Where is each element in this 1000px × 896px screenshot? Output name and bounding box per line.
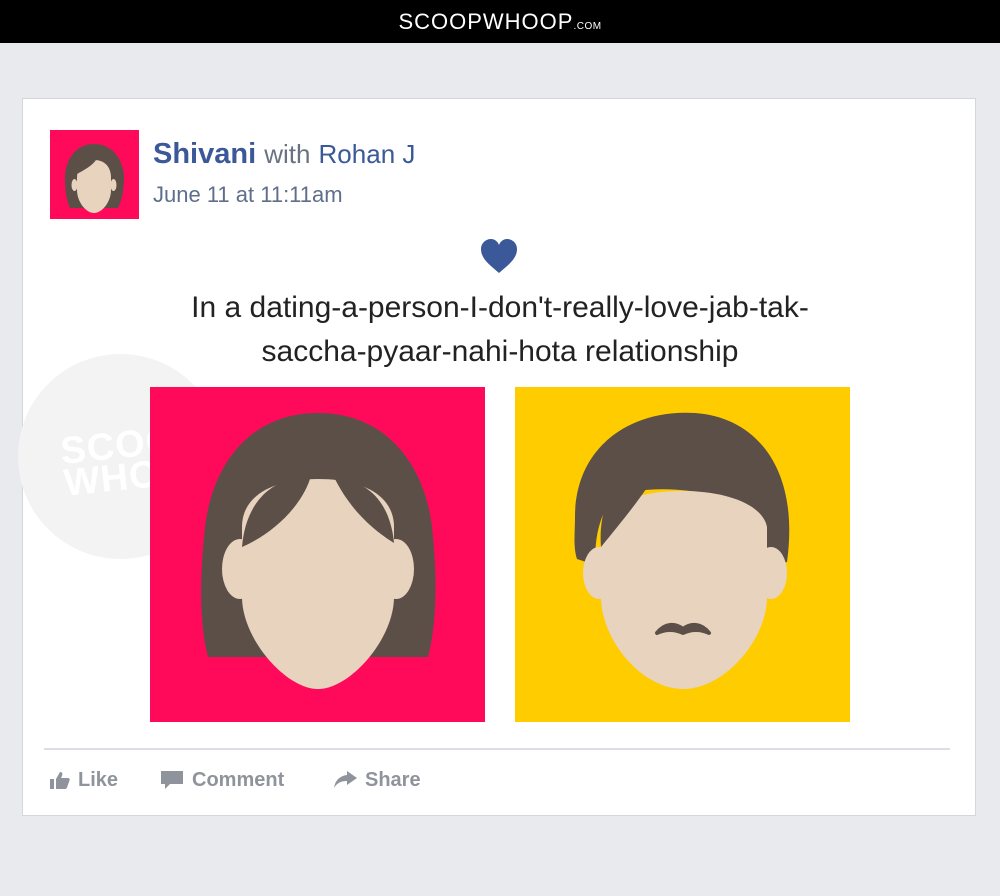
top-bar: SCOOPWHOOP.COM	[0, 0, 1000, 43]
brand-tld: .COM	[573, 20, 602, 32]
like-label: Like	[78, 768, 119, 791]
with-label: with	[264, 139, 311, 169]
caption-line-1: In a dating-a-person-I-don't-really-love…	[191, 291, 809, 324]
actions-divider	[44, 748, 950, 750]
caption-line-2: saccha-pyaar-nahi-hota relationship	[261, 335, 739, 368]
share-arrow-icon	[334, 771, 357, 788]
heart-icon	[480, 238, 518, 276]
photo-rohan[interactable]	[515, 387, 850, 722]
share-button[interactable]: Share	[333, 766, 421, 794]
share-label: Share	[365, 768, 421, 791]
photo-shivani[interactable]	[150, 387, 485, 722]
comment-icon	[161, 771, 183, 789]
comment-label: Comment	[192, 768, 285, 791]
comment-button[interactable]: Comment	[160, 766, 284, 794]
post-header: Shivani with Rohan J	[153, 138, 415, 171]
brand-name: SCOOPWHOOP	[398, 8, 574, 34]
like-button[interactable]: Like	[50, 766, 118, 794]
tagged-friend[interactable]: Rohan J	[319, 139, 416, 169]
author-avatar[interactable]	[50, 130, 139, 219]
post-caption: In a dating-a-person-I-don't-really-love…	[120, 286, 880, 374]
site-logo[interactable]: SCOOPWHOOP.COM	[398, 9, 601, 35]
post-timestamp[interactable]: June 11 at 11:11am	[153, 182, 343, 208]
author-name[interactable]: Shivani	[153, 138, 256, 170]
thumbs-up-icon	[50, 772, 70, 789]
